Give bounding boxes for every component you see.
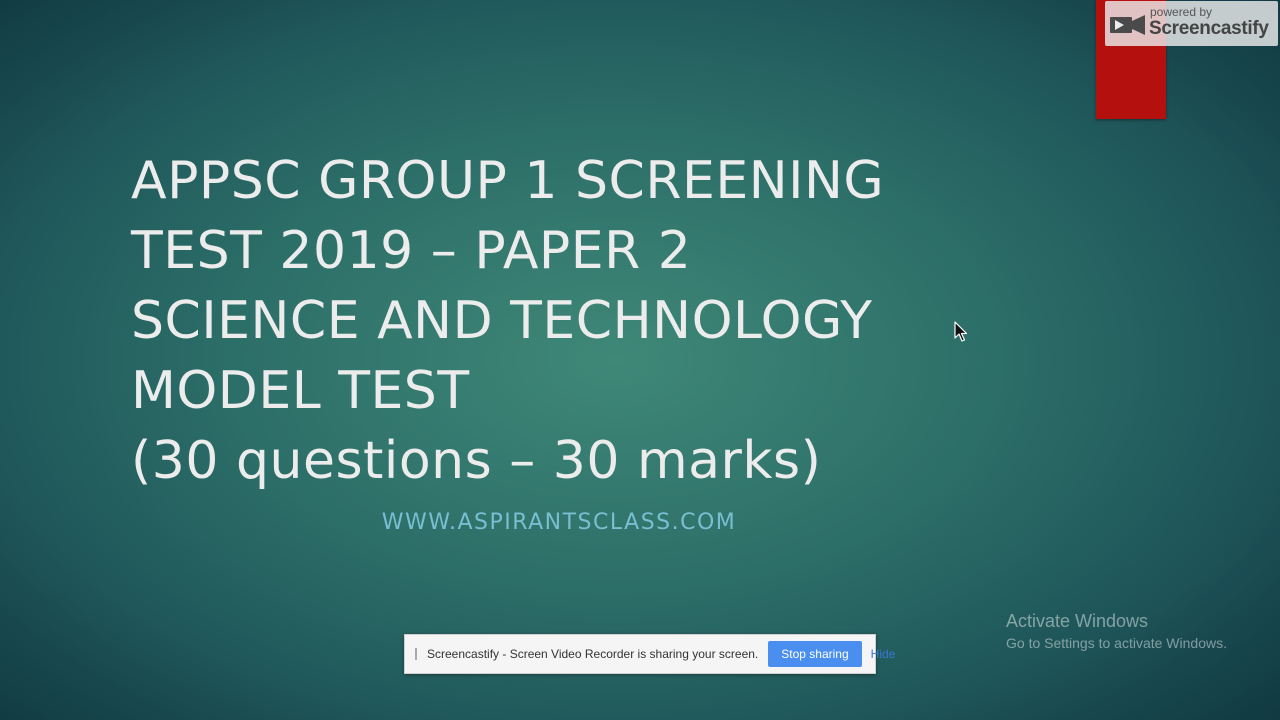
title-line: APPSC GROUP 1 SCREENING: [131, 151, 885, 211]
activate-windows-title: Activate Windows: [1006, 611, 1149, 631]
screen-sharing-bar: Screencastify - Screen Video Recorder is…: [404, 634, 895, 674]
title-line: (30 questions – 30 marks): [131, 431, 822, 491]
sharing-message: Screencastify - Screen Video Recorder is…: [427, 647, 759, 661]
slide-screen: { "slide": { "title_lines": [ "APPSC GRO…: [0, 0, 1280, 720]
title-line: MODEL TEST: [131, 361, 470, 421]
slide-title: APPSC GROUP 1 SCREENING TEST 2019 – PAPE…: [131, 146, 884, 496]
stop-sharing-button[interactable]: Stop sharing: [768, 641, 862, 667]
hide-link[interactable]: Hide: [871, 647, 896, 661]
windows-activation-notice: Activate Windows Go to Settings to activ…: [1006, 610, 1227, 653]
screencastify-brand: Screencastify: [1149, 18, 1269, 39]
title-line: SCIENCE AND TECHNOLOGY: [131, 291, 873, 351]
activate-windows-message: Go to Settings to activate Windows.: [1006, 635, 1227, 651]
drag-handle-icon[interactable]: [415, 648, 417, 660]
slide-subtitle: WWW.ASPIRANTSCLASS.COM: [381, 510, 737, 535]
screencastify-logo-icon: [1110, 15, 1145, 35]
mouse-pointer-icon: [954, 321, 968, 342]
title-line: TEST 2019 – PAPER 2: [131, 221, 692, 281]
screencastify-watermark: powered by Screencastify: [1105, 1, 1278, 46]
powered-by-label: powered by: [1150, 5, 1213, 19]
